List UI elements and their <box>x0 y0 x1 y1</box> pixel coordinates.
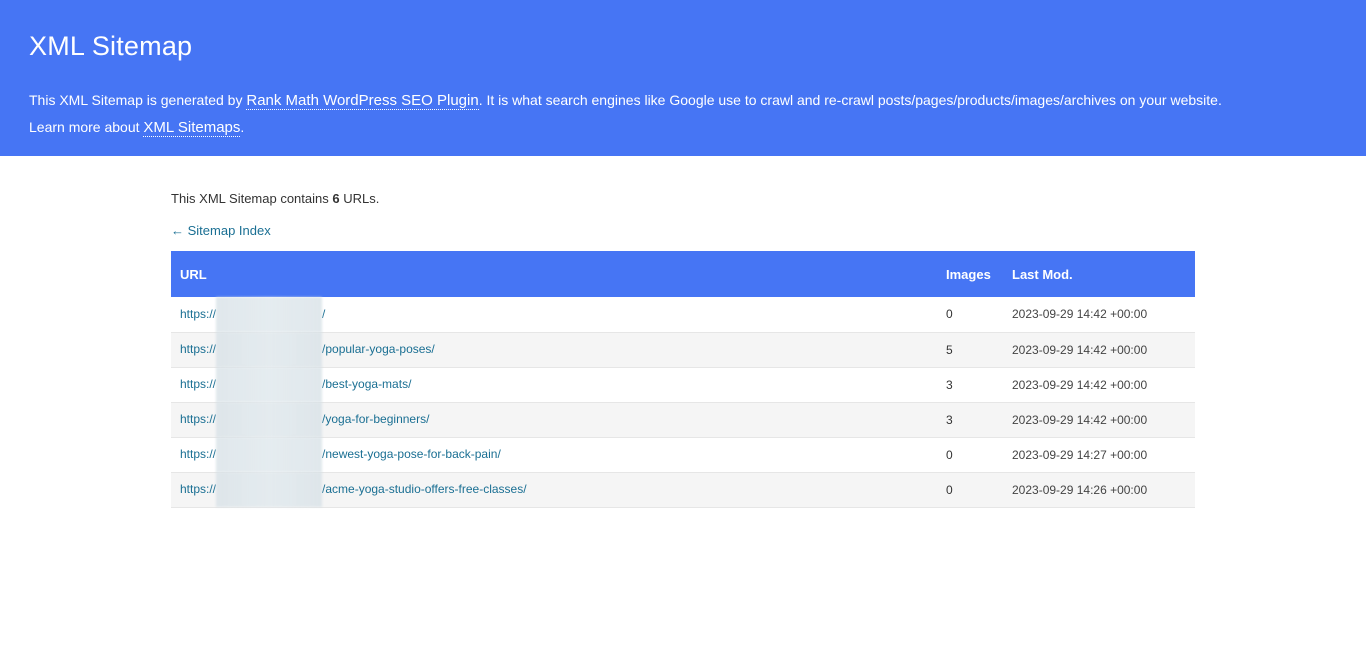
last-modified: 2023-09-29 14:26 +00:00 <box>1012 482 1148 497</box>
last-modified: 2023-09-29 14:42 +00:00 <box>1012 412 1148 427</box>
redacted-domain <box>216 402 323 438</box>
redacted-domain <box>216 367 323 403</box>
url-link[interactable]: https:/// <box>180 296 325 332</box>
rank-math-plugin-link[interactable]: Rank Math WordPress SEO Plugin <box>246 92 479 110</box>
images-count: 3 <box>946 412 953 427</box>
last-modified: 2023-09-29 14:42 +00:00 <box>1012 377 1148 392</box>
table-row: https:/// 0 2023-09-29 14:42 +00:00 <box>171 296 1195 332</box>
images-count: 3 <box>946 377 953 392</box>
last-modified: 2023-09-29 14:42 +00:00 <box>1012 342 1148 357</box>
images-count: 5 <box>946 342 953 357</box>
last-modified: 2023-09-29 14:42 +00:00 <box>1012 307 1148 322</box>
learn-more-suffix: . <box>240 119 245 135</box>
column-header-images: Images <box>946 266 991 282</box>
images-count: 0 <box>946 482 953 497</box>
desc-text-1: This XML Sitemap is generated by <box>29 92 247 108</box>
summary-suffix: URLs. <box>339 191 380 206</box>
url-link[interactable]: https:///best-yoga-mats/ <box>180 367 411 403</box>
redacted-domain <box>216 437 323 473</box>
page-header: XML Sitemap This XML Sitemap is generate… <box>0 0 1366 156</box>
header-description: This XML Sitemap is generated by Rank Ma… <box>29 87 1337 141</box>
redacted-domain <box>216 296 323 332</box>
learn-more-text: Learn more about <box>29 119 144 135</box>
table-row: https:///newest-yoga-pose-for-back-pain/… <box>171 437 1195 473</box>
xml-sitemaps-link[interactable]: XML Sitemaps <box>143 119 241 137</box>
url-count: 6 <box>332 191 340 206</box>
summary-prefix: This XML Sitemap contains <box>171 191 333 206</box>
table-row: https:///yoga-for-beginners/ 3 2023-09-2… <box>171 402 1195 438</box>
last-modified: 2023-09-29 14:27 +00:00 <box>1012 447 1148 462</box>
table-row: https:///acme-yoga-studio-offers-free-cl… <box>171 472 1195 508</box>
url-link[interactable]: https:///popular-yoga-poses/ <box>180 332 435 368</box>
images-count: 0 <box>946 307 953 322</box>
table-row: https:///best-yoga-mats/ 3 2023-09-29 14… <box>171 367 1195 403</box>
desc-text-2: . It is what search engines like Google … <box>478 92 1222 108</box>
table-header-row: URL Images Last Mod. <box>171 251 1195 297</box>
url-link[interactable]: https:///newest-yoga-pose-for-back-pain/ <box>180 437 501 473</box>
main-content: This XML Sitemap contains 6 URLs. ← Site… <box>171 156 1195 508</box>
redacted-domain <box>216 472 323 508</box>
url-count-summary: This XML Sitemap contains 6 URLs. <box>171 190 1195 207</box>
page-title: XML Sitemap <box>29 31 193 61</box>
column-header-last-mod: Last Mod. <box>1012 266 1073 282</box>
url-link[interactable]: https:///yoga-for-beginners/ <box>180 402 429 438</box>
sitemap-index-link[interactable]: ← Sitemap Index <box>171 222 271 239</box>
url-link[interactable]: https:///acme-yoga-studio-offers-free-cl… <box>180 472 527 508</box>
column-header-url: URL <box>180 266 207 282</box>
redacted-domain <box>216 332 323 368</box>
table-row: https:///popular-yoga-poses/ 5 2023-09-2… <box>171 332 1195 368</box>
images-count: 0 <box>946 447 953 462</box>
sitemap-table: URL Images Last Mod. https:/// 0 2023-09… <box>171 251 1195 508</box>
